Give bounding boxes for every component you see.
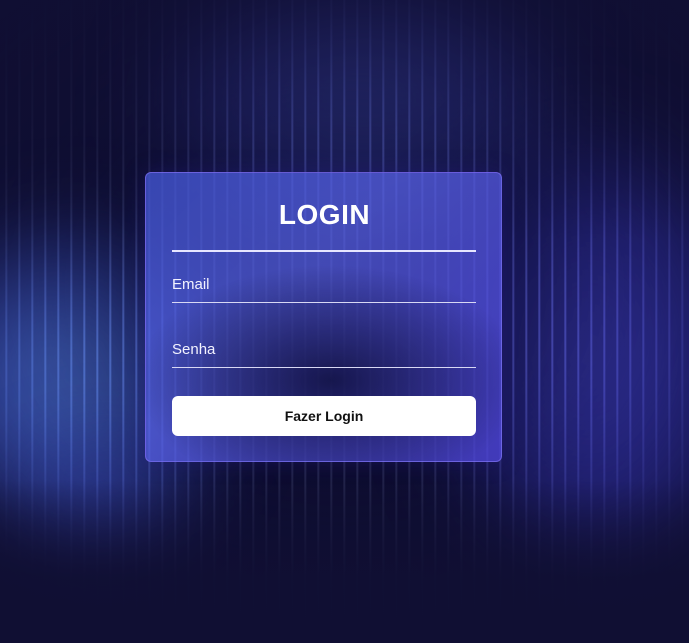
email-field[interactable]: Email (172, 272, 476, 303)
password-field[interactable]: Senha (172, 337, 476, 368)
login-button[interactable]: Fazer Login (172, 396, 476, 436)
login-card: LOGIN Email Senha Fazer Login (145, 172, 502, 462)
login-title: LOGIN (278, 199, 371, 230)
password-placeholder: Senha (172, 341, 216, 358)
background-fade-bottom (0, 480, 689, 643)
email-placeholder: Email (172, 276, 210, 293)
title-divider (172, 250, 476, 252)
